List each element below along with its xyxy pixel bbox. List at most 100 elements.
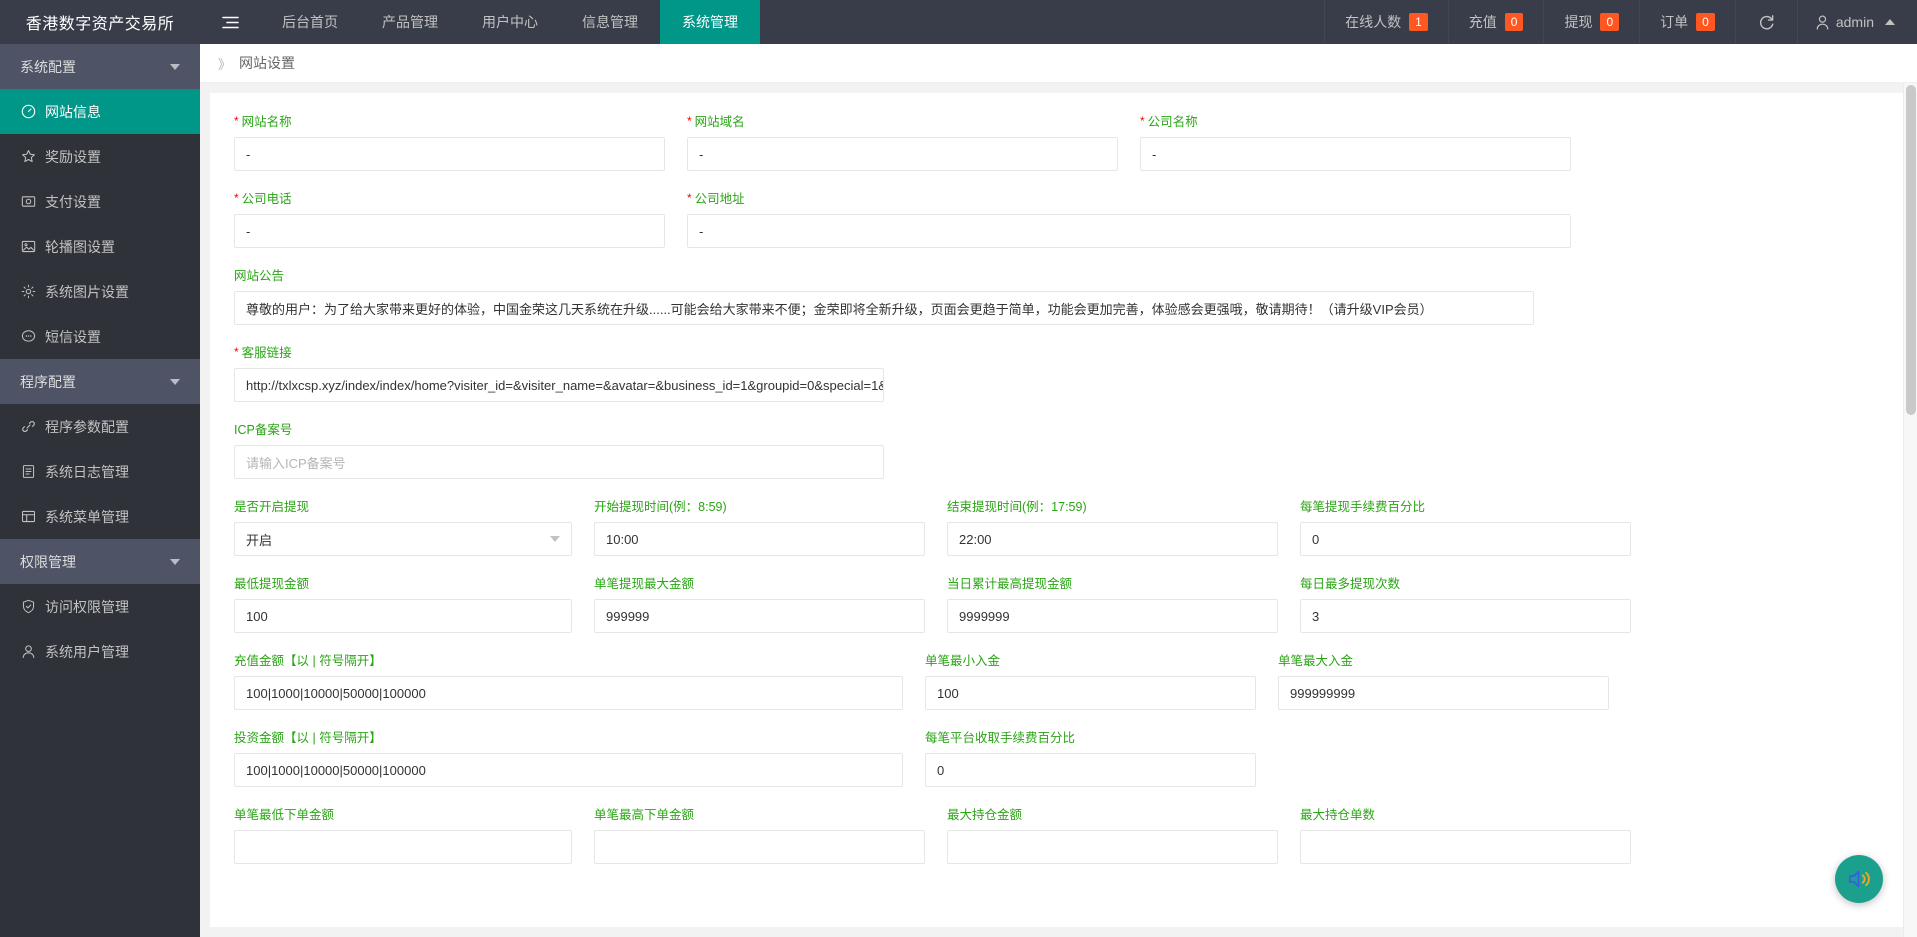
input-withdraw-start[interactable]: 10:00: [594, 522, 925, 556]
input-company-name[interactable]: -: [1140, 137, 1571, 171]
sidebar-item-system-images[interactable]: 系统图片设置: [0, 269, 200, 314]
input-deposit-min[interactable]: 100: [925, 676, 1256, 710]
input-order-min[interactable]: [234, 830, 572, 864]
sidebar-item-label-0-3: 轮播图设置: [45, 237, 115, 257]
body-shell: 系统配置 网站信息 奖励设置 支付设置 轮播图设置: [0, 44, 1917, 937]
sidebar-item-reward-settings[interactable]: 奖励设置: [0, 134, 200, 179]
refresh-icon[interactable]: [1735, 0, 1797, 44]
nav-item-1[interactable]: 产品管理: [360, 0, 460, 44]
sidebar-item-label-0-2: 支付设置: [45, 192, 101, 212]
scrollbar-thumb[interactable]: [1906, 85, 1916, 415]
input-order-max[interactable]: [594, 830, 925, 864]
field-withdraw-end: 结束提现时间(例：17:59) 22:00: [947, 500, 1278, 556]
label-company-name-text: 公司名称: [1148, 115, 1198, 129]
payment-icon: [20, 194, 36, 209]
chevron-down-icon: [170, 64, 180, 70]
label-recharge-amounts-text: 充值金额【以 | 符号隔开】: [234, 654, 382, 668]
stat-orders-label: 订单: [1660, 12, 1688, 32]
field-company-name: * 公司名称 -: [1140, 115, 1571, 171]
stat-recharge-label: 充值: [1469, 12, 1497, 32]
avatar-icon: [1816, 15, 1829, 30]
input-company-address[interactable]: -: [687, 214, 1571, 248]
label-site-name-text: 网站名称: [242, 115, 292, 129]
vertical-scrollbar[interactable]: [1903, 83, 1917, 937]
sound-icon: [1846, 867, 1873, 891]
refresh-glyph: [1758, 14, 1775, 31]
input-withdraw-min[interactable]: 100: [234, 599, 572, 633]
label-order-min: 单笔最低下单金额: [234, 808, 572, 822]
input-recharge-amounts[interactable]: 100|1000|10000|50000|100000: [234, 676, 903, 710]
input-site-domain[interactable]: -: [687, 137, 1118, 171]
label-withdraw-max-single: 单笔提现最大金额: [594, 577, 925, 591]
input-service-link[interactable]: http://txlxcsp.xyz/index/index/home?visi…: [234, 368, 884, 402]
sidebar-item-system-log[interactable]: 系统日志管理: [0, 449, 200, 494]
input-invest-amounts[interactable]: 100|1000|10000|50000|100000: [234, 753, 903, 787]
input-icp[interactable]: 请输入ICP备案号: [234, 445, 884, 479]
input-withdraw-max-times[interactable]: 3: [1300, 599, 1631, 633]
stat-recharge[interactable]: 充值 0: [1448, 0, 1544, 44]
hamburger-glyph: [222, 16, 239, 29]
form-row-icp: ICP备案号 请输入ICP备案号: [234, 423, 1883, 479]
label-position-max-amount-text: 最大持仓金额: [947, 808, 1022, 822]
nav-item-3[interactable]: 信息管理: [560, 0, 660, 44]
sound-toggle-button[interactable]: [1835, 855, 1883, 903]
field-invest-amounts: 投资金额【以 | 符号隔开】 100|1000|10000|50000|1000…: [234, 731, 903, 787]
form-row-withdraw-time: 是否开启提现 开启 开始提现时间(例：8:59) 10:00: [234, 500, 1883, 556]
sidebar: 系统配置 网站信息 奖励设置 支付设置 轮播图设置: [0, 44, 200, 937]
input-position-max-amount[interactable]: [947, 830, 1278, 864]
field-platform-fee-pct: 每笔平台收取手续费百分比 0: [925, 731, 1256, 787]
label-withdraw-end-text: 结束提现时间(例：17:59): [947, 500, 1087, 514]
field-site-notice: 网站公告 尊敬的用户：为了给大家带来更好的体验，中国金荣这几天系统在升级....…: [234, 269, 1534, 325]
sidebar-group-permission[interactable]: 权限管理: [0, 539, 200, 584]
link-icon: [20, 419, 36, 434]
sidebar-item-access-permission[interactable]: 访问权限管理: [0, 584, 200, 629]
sidebar-group-system-config[interactable]: 系统配置: [0, 44, 200, 89]
nav-item-2[interactable]: 用户中心: [460, 0, 560, 44]
settings-card: * 网站名称 - * 网站域名 - *: [210, 93, 1907, 927]
stat-withdraw[interactable]: 提现 0: [1543, 0, 1639, 44]
stat-withdraw-badge: 0: [1600, 13, 1619, 31]
sidebar-item-system-users[interactable]: 系统用户管理: [0, 629, 200, 674]
input-deposit-max[interactable]: 999999999: [1278, 676, 1609, 710]
sidebar-group-program-config[interactable]: 程序配置: [0, 359, 200, 404]
input-site-notice[interactable]: 尊敬的用户：为了给大家带来更好的体验，中国金荣这几天系统在升级......可能会…: [234, 291, 1534, 325]
sidebar-item-label-1-1: 系统日志管理: [45, 462, 129, 482]
input-withdraw-end[interactable]: 22:00: [947, 522, 1278, 556]
input-company-phone[interactable]: -: [234, 214, 665, 248]
stat-orders[interactable]: 订单 0: [1639, 0, 1735, 44]
label-icp-text: ICP备案号: [234, 423, 292, 437]
sidebar-item-sms-settings[interactable]: 短信设置: [0, 314, 200, 359]
sidebar-item-site-info[interactable]: 网站信息: [0, 89, 200, 134]
user-menu[interactable]: admin: [1797, 0, 1917, 44]
label-withdraw-fee-pct: 每笔提现手续费百分比: [1300, 500, 1631, 514]
sidebar-item-label-0-1: 奖励设置: [45, 147, 101, 167]
label-deposit-max-text: 单笔最大入金: [1278, 654, 1353, 668]
required-marker: *: [687, 115, 692, 127]
sidebar-item-payment-settings[interactable]: 支付设置: [0, 179, 200, 224]
chevron-up-icon: [1885, 19, 1895, 25]
sidebar-item-system-menu[interactable]: 系统菜单管理: [0, 494, 200, 539]
hamburger-icon[interactable]: [200, 0, 260, 44]
input-site-name[interactable]: -: [234, 137, 665, 171]
label-invest-amounts: 投资金额【以 | 符号隔开】: [234, 731, 903, 745]
log-icon: [20, 464, 36, 479]
sidebar-item-program-params[interactable]: 程序参数配置: [0, 404, 200, 449]
input-platform-fee-pct[interactable]: 0: [925, 753, 1256, 787]
input-position-max-count[interactable]: [1300, 830, 1631, 864]
sidebar-item-label-1-0: 程序参数配置: [45, 417, 129, 437]
nav-item-4[interactable]: 系统管理: [660, 0, 760, 44]
label-withdraw-start-text: 开始提现时间(例：8:59): [594, 500, 727, 514]
input-withdraw-max-daily[interactable]: 9999999: [947, 599, 1278, 633]
select-withdraw-enabled[interactable]: 开启: [234, 522, 572, 556]
field-recharge-amounts: 充值金额【以 | 符号隔开】 100|1000|10000|50000|1000…: [234, 654, 903, 710]
field-withdraw-fee-pct: 每笔提现手续费百分比 0: [1300, 500, 1631, 556]
sidebar-item-carousel-settings[interactable]: 轮播图设置: [0, 224, 200, 269]
field-company-phone: * 公司电话 -: [234, 192, 665, 248]
nav-item-0[interactable]: 后台首页: [260, 0, 360, 44]
label-site-notice-text: 网站公告: [234, 269, 284, 283]
label-icp: ICP备案号: [234, 423, 884, 437]
input-withdraw-max-single[interactable]: 999999: [594, 599, 925, 633]
header-right-group: 在线人数 1 充值 0 提现 0 订单 0 admin: [1324, 0, 1917, 44]
input-withdraw-fee-pct[interactable]: 0: [1300, 522, 1631, 556]
stat-online-users[interactable]: 在线人数 1: [1324, 0, 1448, 44]
